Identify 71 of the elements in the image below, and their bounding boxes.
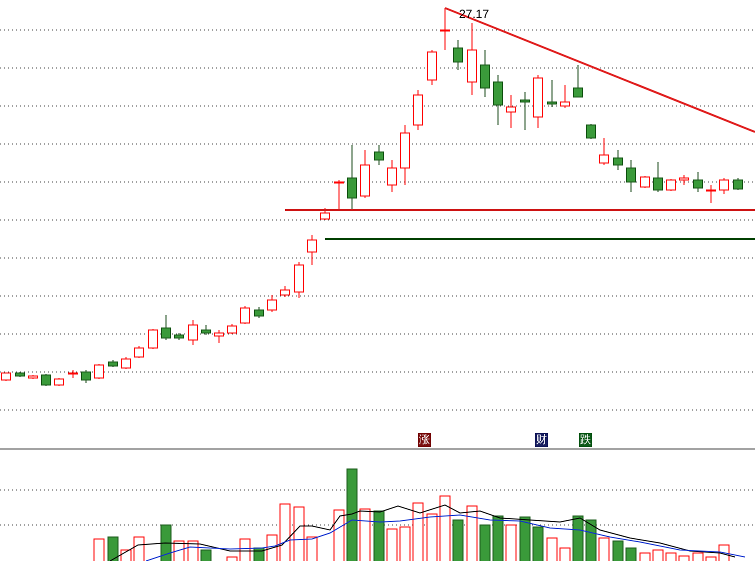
candle [15,372,25,378]
peak-price-label: 27.17 [459,7,490,21]
volume-bar [612,540,624,561]
candle [586,124,596,140]
candle [188,320,198,346]
candle [653,162,663,192]
candle [68,370,78,378]
candle [81,370,91,384]
candle [640,176,650,188]
candle [547,80,557,108]
candle [334,180,344,210]
candle [413,90,423,130]
candle [706,184,716,204]
volume-bar [108,536,118,561]
volume-bar [492,516,504,561]
candle [108,360,118,368]
candle [400,124,410,186]
volume-bar [200,550,212,561]
volume-bar [586,520,596,561]
candle [347,144,357,210]
volume-bar [480,524,490,561]
candle [320,208,330,220]
event-marker[interactable]: 涨 [418,433,431,447]
candle [387,160,397,192]
volume-bar [626,548,636,561]
candle [280,286,290,298]
candle [294,262,304,298]
candle [41,374,51,386]
candle [679,174,689,186]
candle [493,74,503,126]
candle [733,178,743,190]
event-marker[interactable]: 财 [535,433,548,447]
volume-bar [532,526,544,561]
candle [453,40,463,70]
volume-bar [572,516,584,561]
candle [28,374,38,380]
candle [440,8,450,50]
volume-bar [374,510,384,561]
candle [214,330,224,344]
candle [719,178,729,194]
candle [506,94,516,128]
event-marker[interactable]: 跌 [579,433,592,447]
candle [374,144,384,166]
candle [148,328,158,350]
volume-bar [452,520,464,561]
candle [520,92,530,130]
candle [560,84,570,108]
candle [240,306,250,324]
volume-bar [520,516,530,561]
candle [227,324,237,334]
candle [254,306,264,318]
candle [666,178,676,192]
candle [613,150,623,170]
candle [267,294,277,312]
candle [134,346,144,358]
candle [480,50,490,98]
candle [94,364,104,380]
candle [161,314,171,340]
candle [626,160,636,192]
candle [201,324,211,336]
candle [599,138,609,166]
candle [174,332,184,340]
candle [693,172,703,192]
volume-bar [160,524,172,561]
candle [307,234,317,266]
candle [427,50,437,86]
candle [573,64,583,98]
candle [121,356,131,370]
candle [54,378,64,386]
candle [360,150,370,198]
candle [533,74,543,128]
